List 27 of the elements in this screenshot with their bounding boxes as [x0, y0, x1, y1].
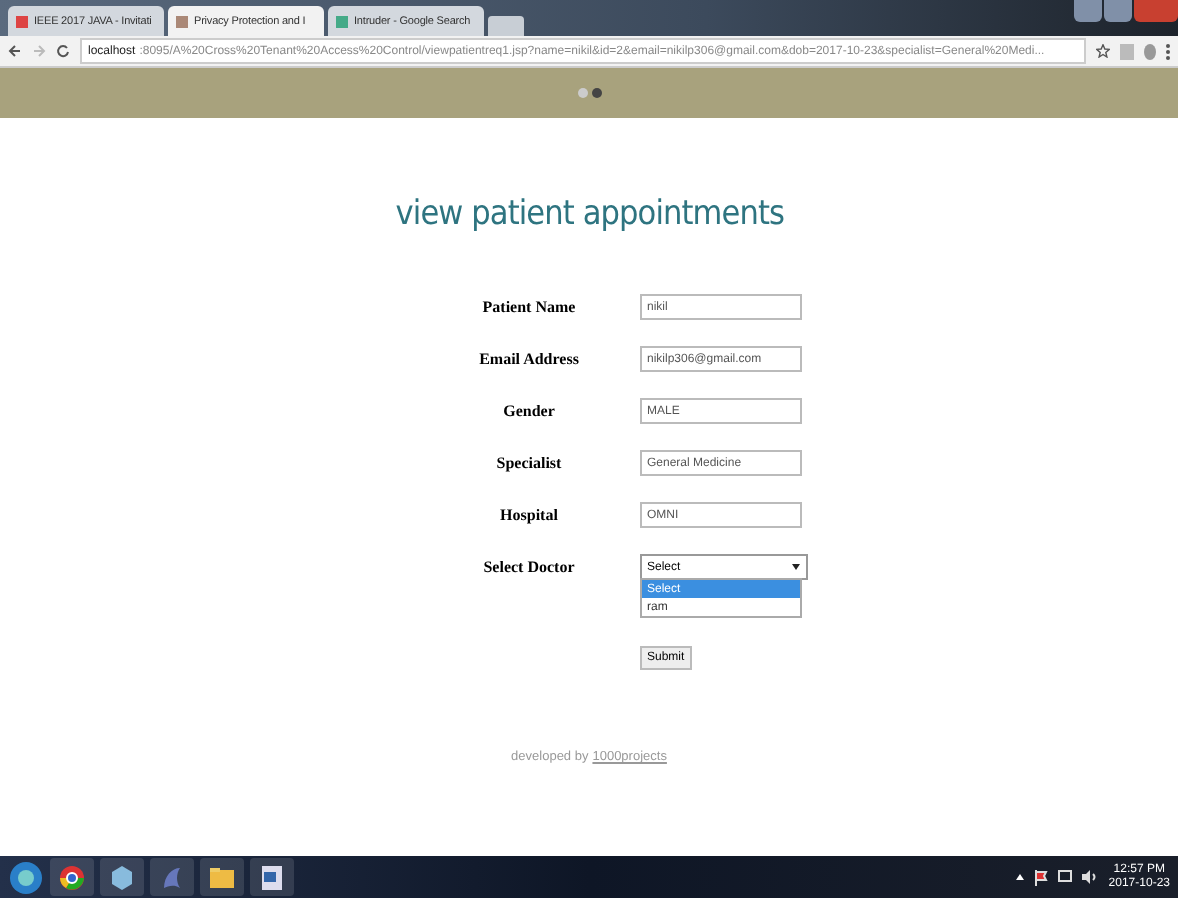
- tray-arrow-icon[interactable]: [1016, 874, 1025, 880]
- flag-icon[interactable]: [1034, 869, 1049, 885]
- page-icon: [176, 15, 188, 27]
- slide-dot[interactable]: [591, 88, 601, 98]
- browser-icon[interactable]: [58, 863, 86, 891]
- maximize-button[interactable]: [1104, 0, 1132, 22]
- star-icon[interactable]: [1096, 44, 1110, 58]
- network-icon[interactable]: [1058, 870, 1073, 884]
- back-icon[interactable]: [8, 44, 22, 58]
- minimize-button[interactable]: [1074, 0, 1102, 22]
- field-label: Email Address: [479, 348, 579, 372]
- field-label: Gender: [503, 400, 555, 424]
- field-label: Hospital: [500, 504, 558, 528]
- field-label: Specialist: [496, 452, 562, 476]
- document-icon[interactable]: [258, 863, 286, 891]
- caret-icon: [791, 564, 799, 570]
- folder-icon[interactable]: [208, 863, 236, 891]
- field-label: Select Doctor: [483, 556, 575, 580]
- slide-dot[interactable]: [577, 88, 587, 98]
- cube-icon[interactable]: [108, 863, 136, 891]
- page-heading: view patient appointments: [394, 194, 784, 234]
- field-label: Patient Name: [482, 296, 576, 320]
- reload-icon[interactable]: [56, 44, 70, 58]
- speaker-icon[interactable]: [1082, 870, 1099, 884]
- start-orb-icon[interactable]: [8, 859, 44, 895]
- page-icon: [16, 15, 28, 27]
- page-icon: [336, 15, 348, 27]
